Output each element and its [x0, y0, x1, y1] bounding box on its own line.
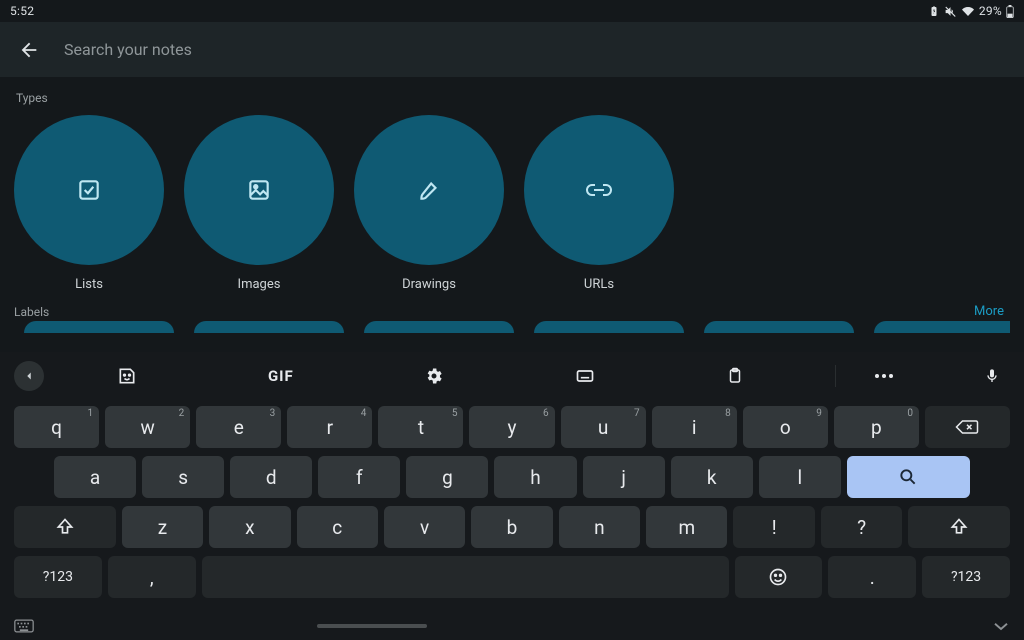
- key-f[interactable]: f: [318, 456, 400, 498]
- key-search[interactable]: [847, 456, 970, 498]
- label-chip[interactable]: [874, 321, 1010, 333]
- keyboard-layout-icon[interactable]: [575, 366, 595, 386]
- search-input[interactable]: Search your notes: [64, 40, 192, 59]
- key-h[interactable]: h: [494, 456, 576, 498]
- key-e[interactable]: e3: [196, 406, 281, 448]
- system-nav-bar: [0, 612, 1024, 640]
- label-chip[interactable]: [194, 321, 344, 333]
- key-v[interactable]: v: [384, 506, 465, 548]
- keyboard-toolbar: GIF: [0, 352, 1024, 400]
- key-b[interactable]: b: [471, 506, 552, 548]
- key-n[interactable]: n: [559, 506, 640, 548]
- key-![interactable]: !: [733, 506, 814, 548]
- key-x[interactable]: x: [209, 506, 290, 548]
- status-right: 29%: [928, 4, 1014, 18]
- keyboard-switch-icon[interactable]: [14, 619, 34, 633]
- keyboard: GIF q1w2e3r4t5y6u7i8o9p0 asdfghjkl zxcvb…: [0, 352, 1024, 640]
- key-comma[interactable]: ,: [108, 556, 196, 598]
- key-r[interactable]: r4: [287, 406, 372, 448]
- image-icon: [246, 177, 272, 203]
- key-c[interactable]: c: [297, 506, 378, 548]
- key-period[interactable]: .: [828, 556, 916, 598]
- key-t[interactable]: t5: [378, 406, 463, 448]
- type-lists[interactable]: Lists: [14, 115, 164, 292]
- types-row: Lists Images Drawings URLs: [14, 115, 1010, 292]
- key-i[interactable]: i8: [652, 406, 737, 448]
- mute-icon: [944, 5, 957, 18]
- key-o[interactable]: o9: [743, 406, 828, 448]
- link-icon: [585, 181, 613, 199]
- wifi-icon: [961, 5, 975, 17]
- gif-button[interactable]: GIF: [268, 367, 294, 385]
- microphone-icon[interactable]: [974, 366, 1010, 386]
- key-space[interactable]: [202, 556, 729, 598]
- key-u[interactable]: u7: [561, 406, 646, 448]
- key-shift-right[interactable]: [908, 506, 1010, 548]
- type-label: Lists: [75, 277, 103, 292]
- key-a[interactable]: a: [54, 456, 136, 498]
- label-chip[interactable]: [534, 321, 684, 333]
- battery-icon: [1006, 5, 1014, 18]
- type-label: Drawings: [402, 277, 456, 292]
- key-symbols-left[interactable]: ?123: [14, 556, 102, 598]
- settings-icon[interactable]: [424, 366, 444, 386]
- key-p[interactable]: p0: [834, 406, 919, 448]
- label-chip[interactable]: [704, 321, 854, 333]
- more-icon[interactable]: [854, 373, 914, 379]
- key-m[interactable]: m: [646, 506, 727, 548]
- type-label: URLs: [584, 277, 614, 292]
- key-y[interactable]: y6: [469, 406, 554, 448]
- labels-heading: Labels: [14, 305, 49, 319]
- battery-saver-icon: [928, 5, 940, 17]
- content-area: Types Lists Images Drawings URLs: [0, 77, 1024, 333]
- labels-row: [14, 321, 1010, 333]
- key-shift-left[interactable]: [14, 506, 116, 548]
- key-q[interactable]: q1: [14, 406, 99, 448]
- key-d[interactable]: d: [230, 456, 312, 498]
- key-backspace[interactable]: [925, 406, 1010, 448]
- key-w[interactable]: w2: [105, 406, 190, 448]
- keyboard-back-button[interactable]: [14, 361, 44, 391]
- nav-handle[interactable]: [317, 624, 427, 628]
- keyboard-hide-icon[interactable]: [992, 620, 1010, 632]
- sticker-icon[interactable]: [117, 366, 137, 386]
- key-l[interactable]: l: [759, 456, 841, 498]
- type-drawings[interactable]: Drawings: [354, 115, 504, 292]
- back-icon[interactable]: [18, 39, 40, 61]
- key-j[interactable]: j: [583, 456, 665, 498]
- type-images[interactable]: Images: [184, 115, 334, 292]
- search-header: Search your notes: [0, 22, 1024, 77]
- key-s[interactable]: s: [142, 456, 224, 498]
- status-bar: 5:52 29%: [0, 0, 1024, 22]
- label-chip[interactable]: [24, 321, 174, 333]
- key-symbols-right[interactable]: ?123: [922, 556, 1010, 598]
- label-chip[interactable]: [364, 321, 514, 333]
- key-?[interactable]: ?: [821, 506, 902, 548]
- status-time: 5:52: [10, 4, 34, 18]
- brush-icon: [416, 177, 442, 203]
- clipboard-icon[interactable]: [726, 366, 744, 386]
- checklist-icon: [76, 177, 102, 203]
- key-emoji[interactable]: [735, 556, 823, 598]
- key-k[interactable]: k: [671, 456, 753, 498]
- labels-more[interactable]: More: [974, 304, 1004, 319]
- type-label: Images: [238, 277, 281, 292]
- key-z[interactable]: z: [122, 506, 203, 548]
- battery-percent: 29%: [979, 4, 1002, 18]
- types-heading: Types: [16, 91, 1010, 105]
- type-urls[interactable]: URLs: [524, 115, 674, 292]
- key-g[interactable]: g: [406, 456, 488, 498]
